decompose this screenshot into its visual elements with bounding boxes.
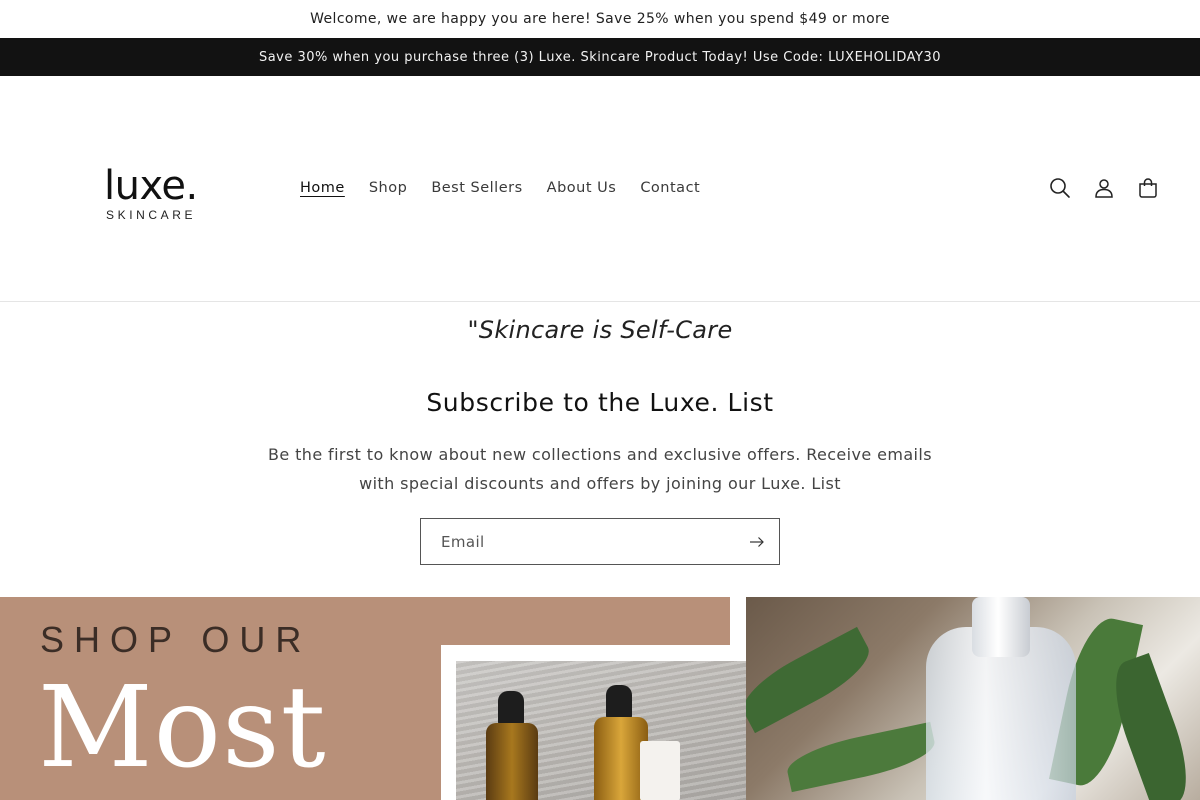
announcement-welcome-text: Welcome, we are happy you are here! Save… [310, 11, 890, 27]
nav-about-us[interactable]: About Us [535, 180, 629, 196]
promo-banner[interactable]: SHOP OUR Most [0, 597, 1200, 800]
banner-heading-large: Most [38, 663, 327, 793]
banner-heading-small: SHOP OUR [40, 619, 312, 660]
search-icon[interactable] [1046, 174, 1074, 202]
tagline-quote: "Skincare is Self-Care [467, 316, 733, 344]
logo-wordmark: luxe. [104, 163, 198, 209]
nav-best-sellers[interactable]: Best Sellers [419, 180, 534, 196]
header-icons [1046, 174, 1162, 202]
logo-subtitle: SKINCARE [106, 208, 197, 222]
email-input[interactable] [421, 519, 735, 564]
nav-home[interactable]: Home [288, 180, 357, 196]
product-photo-spray-bottle [746, 597, 1200, 800]
newsletter-title: Subscribe to the Luxe. List [426, 388, 774, 417]
product-photo-serums [456, 661, 794, 800]
newsletter-form [420, 518, 780, 565]
newsletter-description: Be the first to know about new collectio… [268, 445, 932, 493]
account-icon[interactable] [1090, 174, 1118, 202]
logo[interactable]: luxe. SKINCARE [104, 166, 214, 226]
main-nav: Home Shop Best Sellers About Us Contact [288, 176, 712, 200]
newsletter-submit-button[interactable] [735, 519, 779, 564]
announcement-welcome: Welcome, we are happy you are here! Save… [0, 0, 1200, 38]
site-header: luxe. SKINCARE Home Shop Best Sellers Ab… [0, 76, 1200, 302]
announcement-promo-text: Save 30% when you purchase three (3) Lux… [258, 49, 942, 65]
nav-shop[interactable]: Shop [357, 180, 419, 196]
spray-bottle-cap [972, 597, 1030, 657]
announcement-promo-bar: Save 30% when you purchase three (3) Lux… [0, 38, 1200, 76]
cart-icon[interactable] [1134, 174, 1162, 202]
arrow-right-icon [750, 536, 764, 547]
nav-contact[interactable]: Contact [628, 180, 712, 196]
